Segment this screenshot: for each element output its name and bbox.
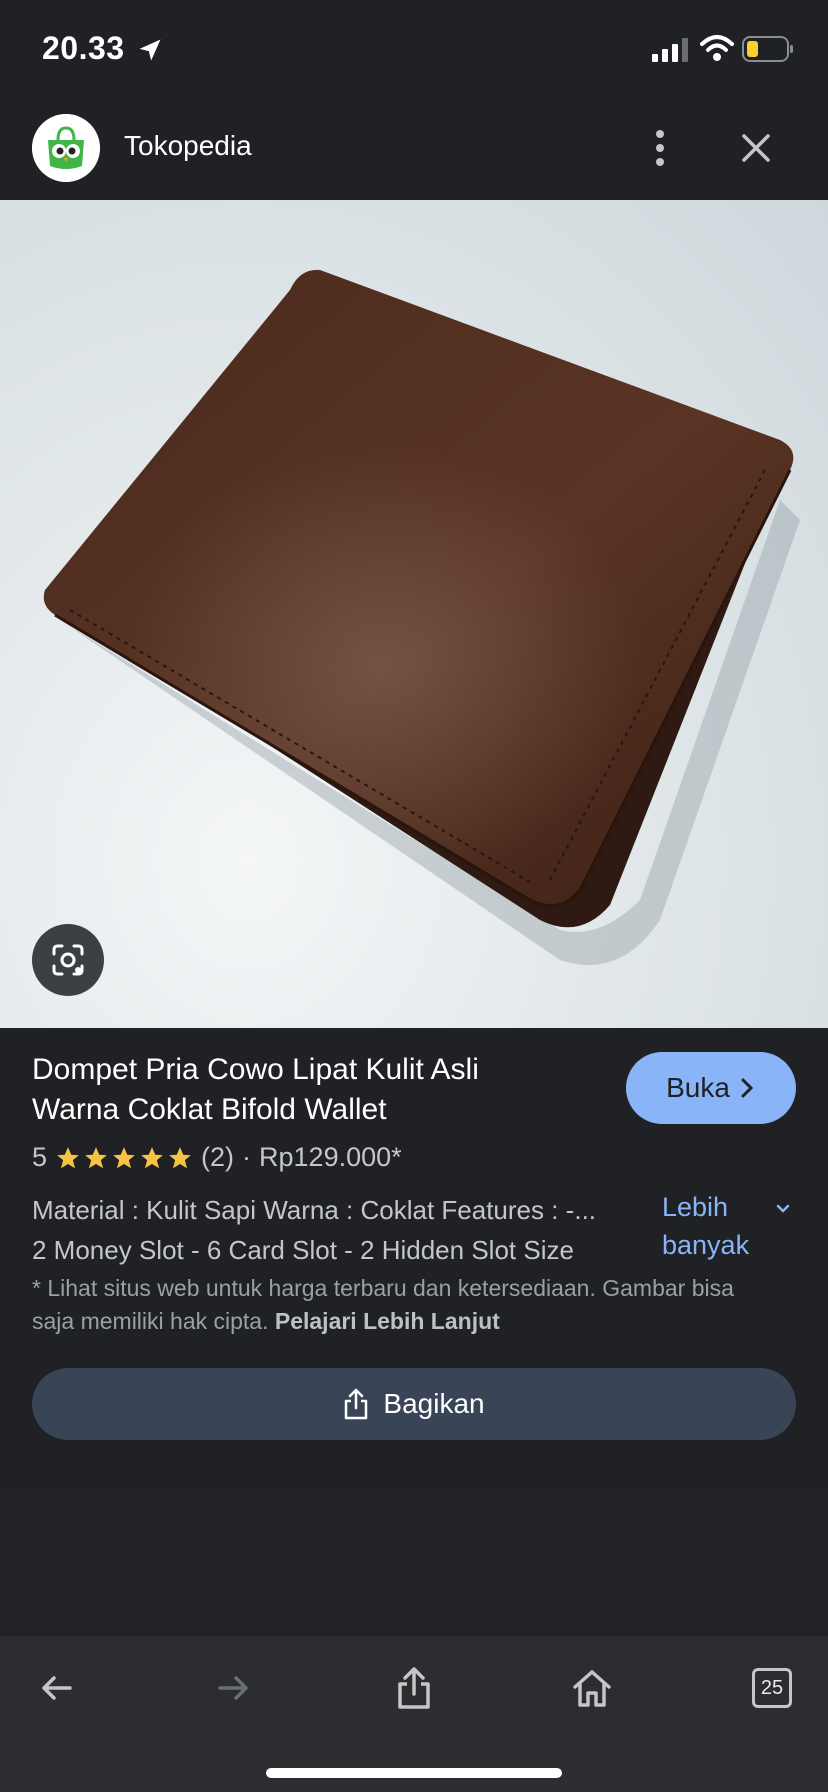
home-indicator [266, 1768, 562, 1778]
star-icon [169, 1146, 191, 1168]
open-button[interactable]: Buka [626, 1052, 796, 1124]
star-icon [141, 1146, 163, 1168]
lens-icon [52, 944, 84, 976]
close-icon[interactable] [738, 130, 774, 166]
google-lens-button[interactable] [32, 924, 104, 996]
forward-button[interactable] [204, 1660, 264, 1716]
more-vert-icon[interactable] [646, 126, 674, 170]
browser-toolbar: 25 [0, 1636, 828, 1792]
star-icon [57, 1146, 79, 1168]
toolbar-share-button[interactable] [384, 1660, 444, 1716]
rating-value: 5 [32, 1142, 48, 1172]
home-icon [573, 1670, 611, 1707]
related-results-area [0, 1488, 828, 1636]
review-count: (2) [201, 1142, 235, 1172]
arrow-forward-icon [218, 1676, 248, 1700]
back-button[interactable] [26, 1660, 86, 1716]
tabs-button[interactable]: 25 [742, 1660, 802, 1716]
rating-row: 5 (2) · Rp129.000* [32, 1142, 402, 1173]
status-bar: 20.33 [0, 0, 828, 100]
share-button[interactable]: Bagikan [32, 1368, 796, 1440]
share-icon [345, 1388, 368, 1420]
learn-more-link[interactable]: Pelajari Lebih Lanjut [275, 1308, 500, 1334]
product-info-panel: Dompet Pria Cowo Lipat Kulit Asli Warna … [0, 1028, 828, 1488]
product-description: Material : Kulit Sapi Warna : Coklat Fea… [32, 1190, 652, 1270]
chevron-down-icon[interactable] [774, 1200, 792, 1218]
product-image[interactable] [0, 200, 828, 1028]
tab-count-badge: 25 [752, 1668, 792, 1708]
wallet-image [43, 269, 800, 965]
battery-icon [742, 36, 793, 62]
chevron-right-icon [741, 1078, 754, 1098]
share-icon [398, 1667, 430, 1709]
location-arrow-icon [139, 39, 161, 61]
wifi-icon [700, 35, 734, 61]
product-price: Rp129.000* [259, 1142, 402, 1172]
site-name[interactable]: Tokopedia [124, 130, 252, 162]
open-button-label: Buka [666, 1072, 730, 1103]
product-title[interactable]: Dompet Pria Cowo Lipat Kulit Asli Warna … [32, 1050, 572, 1130]
description-line: 2 Money Slot - 6 Card Slot - 2 Hidden Sl… [32, 1235, 574, 1265]
source-header: Tokopedia [0, 100, 828, 200]
separator-dot: · [242, 1142, 252, 1172]
disclaimer-note: * Lihat situs web untuk harga terbaru da… [32, 1272, 772, 1338]
rating-stars [55, 1145, 193, 1171]
description-line: Material : Kulit Sapi Warna : Coklat Fea… [32, 1195, 597, 1225]
cellular-signal-icon [652, 38, 688, 62]
home-button[interactable] [562, 1660, 622, 1716]
show-more-link[interactable]: Lebih banyak [662, 1188, 762, 1264]
star-icon [113, 1146, 135, 1168]
tokopedia-logo [32, 114, 100, 182]
share-button-label: Bagikan [383, 1388, 485, 1419]
status-time: 20.33 [42, 30, 125, 66]
star-icon [85, 1146, 107, 1168]
arrow-back-icon [42, 1676, 72, 1700]
